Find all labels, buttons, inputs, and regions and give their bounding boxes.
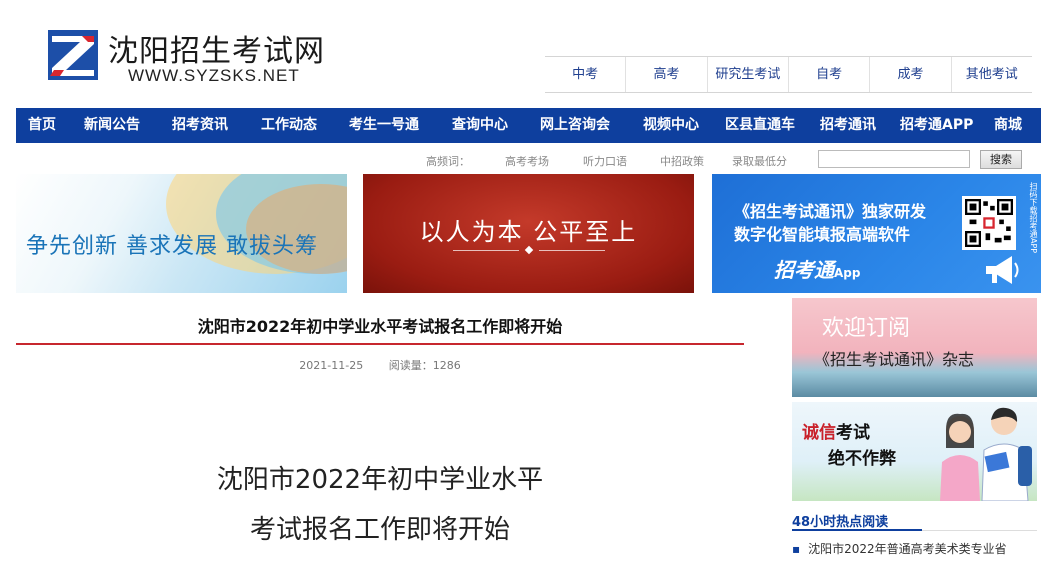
main-nav: 首页 新闻公告 招考资讯 工作动态 考生一号通 查询中心 网上咨询会 视频中心 … (16, 108, 1041, 143)
nav-candidate-portal[interactable]: 考生一号通 (349, 108, 419, 143)
keywords-label: 高频词： (426, 155, 470, 168)
top-link-gaokao[interactable]: 高考 (625, 57, 706, 92)
article-meta: 2021-11-25 阅读量：1286 (16, 357, 744, 373)
keyword-link[interactable]: 录取最低分 (732, 153, 787, 169)
nav-query-center[interactable]: 查询中心 (452, 108, 508, 143)
top-link-self-study[interactable]: 自考 (787, 57, 869, 92)
banner-diamond-icon (524, 245, 534, 255)
nav-bulletin[interactable]: 招考通讯 (820, 108, 876, 143)
hot-reading-divider-accent (792, 529, 922, 531)
banner-fairness[interactable]: 以人为本 公平至上 (363, 174, 694, 293)
exam-category-links: 中考 高考 研究生考试 自考 成考 其他考试 (545, 56, 1032, 93)
ad-honest-title: 诚信考试 (802, 418, 870, 443)
search-input[interactable] (818, 150, 970, 168)
top-link-other[interactable]: 其他考试 (950, 57, 1032, 92)
qr-code-icon (962, 196, 1016, 250)
banner-slogan-text: 争先创新 善求发展 敢拔头筹 (26, 234, 318, 259)
banner-divider (539, 250, 605, 251)
students-illustration-icon (940, 407, 1032, 501)
nav-district-express[interactable]: 区县直通车 (725, 108, 795, 143)
banner-divider (453, 250, 519, 251)
top-link-graduate[interactable]: 研究生考试 (706, 57, 788, 92)
banner-app-side-text: 扫码下载招考通APP (1029, 182, 1038, 254)
ad-honest-black: 考试 (836, 423, 870, 443)
hot-reading-title: 48小时热点阅读 (792, 515, 889, 530)
article-title: 沈阳市2022年初中学业水平考试报名工作即将开始 (197, 317, 563, 336)
site-domain: WWW.SYZSKS.NET (128, 66, 300, 85)
article-body-line: 沈阳市2022年初中学业水平 (216, 465, 544, 495)
banner-app-brand-suffix: App (834, 266, 861, 280)
nav-shop[interactable]: 商城 (994, 108, 1022, 143)
article-body-line: 考试报名工作即将开始 (249, 515, 510, 545)
keyword-link[interactable]: 听力口语 (583, 153, 627, 169)
article-body: 沈阳市2022年初中学业水平 考试报名工作即将开始 (16, 455, 744, 555)
banner-fairness-text: 以人为本 公平至上 (419, 218, 638, 246)
top-link-zhongkao[interactable]: 中考 (545, 57, 625, 92)
article-date: 2021-11-25 (299, 359, 364, 372)
search-bar: 高频词： 高考考场 听力口语 中招政策 录取最低分 搜索 (16, 144, 1041, 174)
article-title-divider (16, 343, 744, 345)
banner-app-line1: 《招生考试通讯》独家研发 (734, 202, 927, 221)
site-logo-icon[interactable] (48, 30, 98, 80)
megaphone-icon (986, 256, 1019, 284)
hot-reading-item[interactable]: ▪ 沈阳市2022年普通高考美术类专业省 (792, 540, 1043, 557)
banner-app[interactable]: 《招生考试通讯》独家研发 数字化智能填报高端软件 招考通App 扫码下载招考通A… (712, 174, 1041, 293)
ad-honest-red: 诚信 (802, 423, 836, 443)
banner-slogan[interactable]: 争先创新 善求发展 敢拔头筹 (16, 174, 347, 293)
nav-admission-info[interactable]: 招考资讯 (172, 108, 228, 143)
ad-subscribe-magazine[interactable]: 欢迎订阅 《招生考试通讯》杂志 (792, 298, 1037, 397)
site-title[interactable]: 沈阳招生考试网 (108, 26, 325, 70)
bullet-icon: ▪ (792, 542, 801, 556)
search-button[interactable]: 搜索 (980, 150, 1022, 169)
banner-app-line2: 数字化智能填报高端软件 (734, 225, 911, 244)
nav-work-updates[interactable]: 工作动态 (261, 108, 317, 143)
keyword-link[interactable]: 高考考场 (505, 153, 549, 169)
page: 沈阳招生考试网 WWW.SYZSKS.NET 中考 高考 研究生考试 自考 成考… (0, 0, 1043, 561)
ad-subscribe-title: 欢迎订阅 (822, 316, 911, 341)
keyword-link[interactable]: 中招政策 (660, 153, 704, 169)
nav-news[interactable]: 新闻公告 (84, 108, 140, 143)
nav-video-center[interactable]: 视频中心 (643, 108, 699, 143)
nav-app[interactable]: 招考通APP (900, 108, 973, 143)
nav-online-consult[interactable]: 网上咨询会 (540, 108, 610, 143)
banner-app-brand: 招考通App (774, 254, 860, 283)
hot-reading-item-text[interactable]: 沈阳市2022年普通高考美术类专业省 (808, 542, 1007, 556)
top-link-adult[interactable]: 成考 (869, 57, 950, 92)
banner-app-brand-name: 招考通 (774, 258, 834, 282)
ad-honest-subtitle: 绝不作弊 (828, 449, 896, 469)
ad-subscribe-subtitle: 《招生考试通讯》杂志 (814, 350, 975, 369)
nav-home[interactable]: 首页 (28, 108, 56, 143)
article-read-count: 阅读量：1286 (388, 359, 461, 372)
ad-honest-exam[interactable]: 诚信考试 绝不作弊 (792, 402, 1037, 501)
